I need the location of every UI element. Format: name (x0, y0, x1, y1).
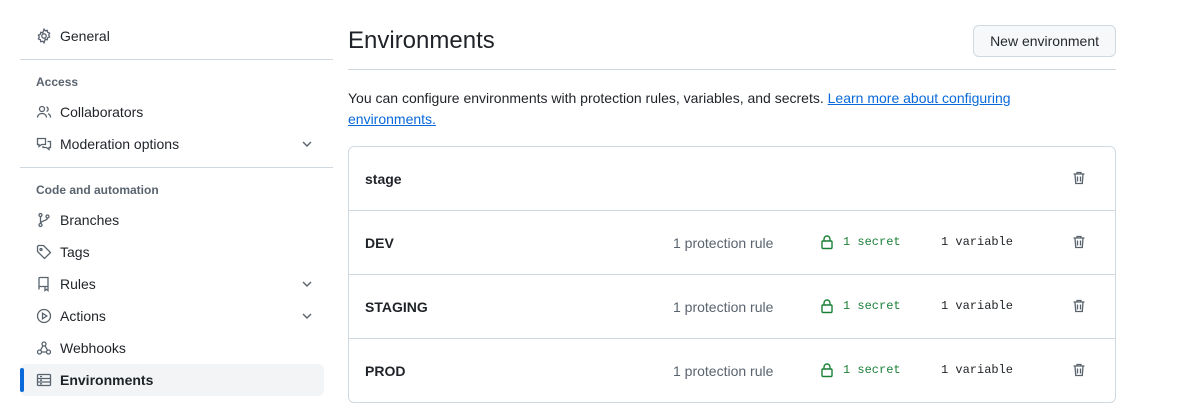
environment-row[interactable]: stage (349, 147, 1115, 210)
environment-name[interactable]: PROD (365, 363, 405, 379)
sidebar-item-label: Actions (60, 308, 106, 324)
variable-count: 1 variable (941, 299, 1014, 313)
main-content: Environments New environment You can con… (348, 20, 1116, 403)
page-header: Environments New environment (348, 20, 1116, 70)
chevron-down-icon[interactable] (299, 308, 315, 324)
new-environment-button[interactable]: New environment (973, 25, 1116, 57)
gear-icon (36, 28, 52, 44)
comment-discussion-icon (36, 136, 52, 152)
sidebar-item-branches[interactable]: Branches (20, 204, 333, 236)
secret-count: 1 secret (819, 234, 901, 250)
sidebar-item-label: Rules (60, 276, 96, 292)
lock-icon (819, 298, 835, 314)
secret-label: 1 secret (843, 235, 901, 249)
variable-count: 1 variable (941, 363, 1014, 377)
variable-count: 1 variable (941, 235, 1014, 249)
tag-icon (36, 244, 52, 260)
description-text: You can configure environments with prot… (348, 90, 828, 106)
sidebar-item-collaborators[interactable]: Collaborators (20, 96, 333, 128)
protection-rule-count: 1 protection rule (673, 299, 774, 315)
description: You can configure environments with prot… (348, 88, 1048, 130)
secret-label: 1 secret (843, 363, 901, 377)
sidebar-item-webhooks[interactable]: Webhooks (20, 332, 333, 364)
play-icon (36, 308, 52, 324)
environment-row[interactable]: STAGING 1 protection rule 1 secret 1 var… (349, 274, 1115, 338)
settings-sidebar: General Access Collaborators Moderation … (20, 20, 333, 396)
secret-label: 1 secret (843, 299, 901, 313)
sidebar-item-label: Webhooks (60, 340, 126, 356)
protection-rule-count: 1 protection rule (673, 235, 774, 251)
chevron-down-icon[interactable] (299, 276, 315, 292)
trash-icon[interactable] (1071, 298, 1087, 314)
environment-list: stage DEV 1 protection rule 1 secret 1 v… (348, 146, 1116, 403)
environment-name[interactable]: DEV (365, 235, 394, 251)
environment-name[interactable]: STAGING (365, 299, 428, 315)
group-title-access: Access (36, 75, 79, 89)
sidebar-item-tags[interactable]: Tags (20, 236, 333, 268)
secret-count: 1 secret (819, 362, 901, 378)
sidebar-item-general[interactable]: General (20, 20, 333, 52)
sidebar-item-moderation[interactable]: Moderation options (20, 128, 333, 160)
sidebar-item-actions[interactable]: Actions (20, 300, 333, 332)
lock-icon (819, 362, 835, 378)
sidebar-item-label: Branches (60, 212, 120, 228)
sidebar-item-label: Collaborators (60, 104, 144, 120)
sidebar-item-label: General (60, 28, 110, 44)
secret-count: 1 secret (819, 298, 901, 314)
trash-icon[interactable] (1071, 170, 1087, 186)
page-title: Environments (348, 27, 495, 54)
sidebar-item-label: Environments (60, 372, 154, 388)
sidebar-item-label: Tags (60, 244, 90, 260)
people-icon (36, 104, 52, 120)
group-title-code: Code and automation (36, 183, 159, 197)
webhook-icon (36, 340, 52, 356)
chevron-down-icon[interactable] (299, 136, 315, 152)
sidebar-item-rules[interactable]: Rules (20, 268, 333, 300)
environment-row[interactable]: PROD 1 protection rule 1 secret 1 variab… (349, 338, 1115, 402)
sidebar-item-environments[interactable]: Environments (20, 364, 324, 396)
divider (20, 167, 333, 168)
lock-icon (819, 234, 835, 250)
environment-name[interactable]: stage (365, 171, 402, 187)
trash-icon[interactable] (1071, 362, 1087, 378)
server-icon (36, 372, 52, 388)
sidebar-item-label: Moderation options (60, 136, 180, 152)
git-branch-icon (36, 212, 52, 228)
divider (20, 59, 333, 60)
environment-row[interactable]: DEV 1 protection rule 1 secret 1 variabl… (349, 210, 1115, 274)
repo-push-icon (36, 276, 52, 292)
protection-rule-count: 1 protection rule (673, 363, 774, 379)
trash-icon[interactable] (1071, 234, 1087, 250)
